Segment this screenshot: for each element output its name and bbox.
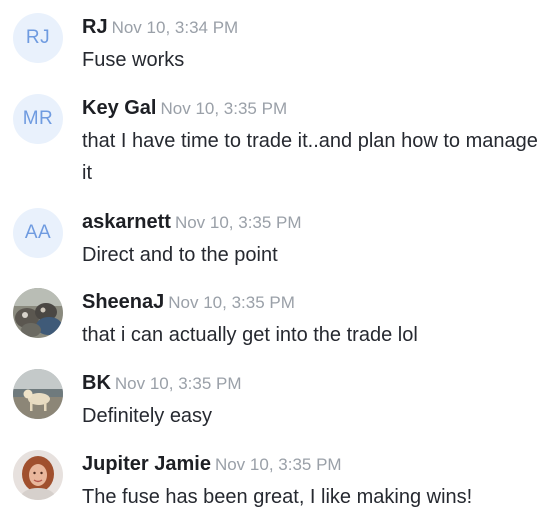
author-name[interactable]: BK: [82, 372, 111, 394]
author-name[interactable]: Jupiter Jamie: [82, 453, 211, 475]
photo-avatar-dog-beach[interactable]: [13, 369, 63, 419]
message-timestamp: Nov 10, 3:35 PM: [174, 213, 302, 232]
message-header: SheenaJ Nov 10, 3:35 PM: [82, 288, 295, 318]
avatar[interactable]: MR: [13, 94, 63, 144]
photo-avatar-dogs-icon: [13, 288, 63, 338]
photo-avatar-woman[interactable]: [13, 450, 63, 500]
message-timestamp: Nov 10, 3:35 PM: [160, 99, 288, 118]
message-text: Definitely easy: [82, 405, 213, 427]
photo-avatar-dog-beach-icon: [13, 369, 63, 419]
chat-message-list: RJ RJ Nov 10, 3:34 PM Fuse works MR Key G…: [0, 0, 550, 526]
message-timestamp: Nov 10, 3:34 PM: [111, 18, 239, 37]
author-name[interactable]: SheenaJ: [82, 291, 164, 313]
author-name[interactable]: Key Gal: [82, 97, 156, 119]
message-text: The fuse has been great, I like making w…: [82, 486, 473, 508]
avatar[interactable]: RJ: [13, 13, 63, 63]
message-text: Fuse works: [82, 49, 185, 71]
message-timestamp: Nov 10, 3:35 PM: [214, 455, 342, 474]
author-name[interactable]: askarnett: [82, 211, 171, 233]
message-header: Key Gal Nov 10, 3:35 PM: [82, 94, 287, 124]
message-header: askarnett Nov 10, 3:35 PM: [82, 208, 302, 238]
message-text: Direct and to the point: [82, 244, 278, 266]
message-timestamp: Nov 10, 3:35 PM: [114, 374, 242, 393]
avatar[interactable]: AA: [13, 208, 63, 258]
photo-avatar-woman-icon: [13, 450, 63, 500]
author-name[interactable]: RJ: [82, 16, 108, 38]
message-timestamp: Nov 10, 3:35 PM: [168, 293, 295, 312]
message-header: Jupiter Jamie Nov 10, 3:35 PM: [82, 450, 342, 480]
photo-avatar-dogs[interactable]: [13, 288, 63, 338]
message-header: BK Nov 10, 3:35 PM: [82, 369, 242, 399]
message-text: that I have time to trade it..and plan h…: [82, 130, 538, 184]
message-text: that i can actually get into the trade l…: [82, 324, 418, 346]
message-header: RJ Nov 10, 3:34 PM: [82, 13, 238, 43]
